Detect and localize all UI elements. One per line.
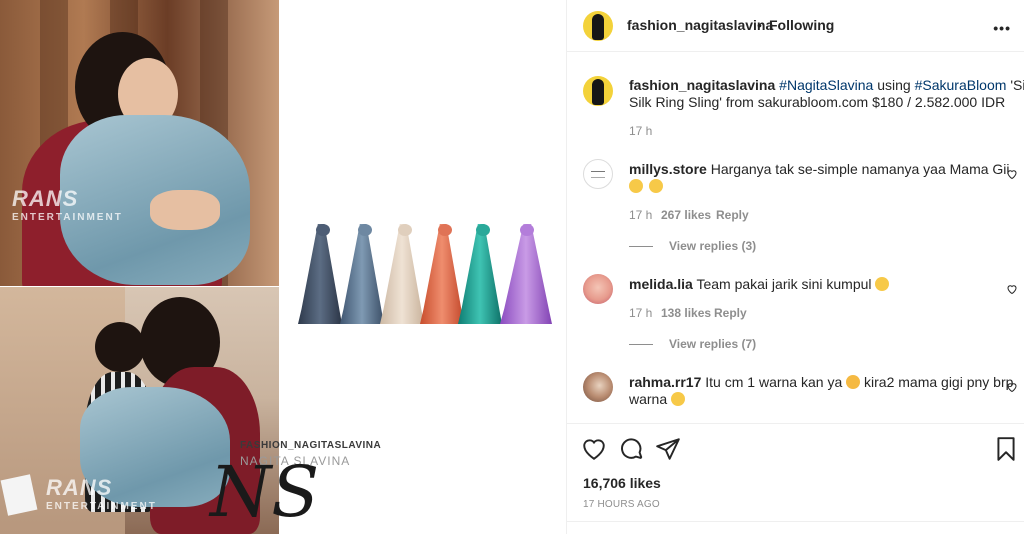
laughing-emoji-icon bbox=[629, 179, 643, 193]
comment-avatar[interactable] bbox=[583, 274, 613, 304]
header-separator: • bbox=[757, 17, 762, 33]
comment-text: millys.store Harganya tak se-simple nama… bbox=[629, 161, 1010, 178]
image-watermark-logo: RANS bbox=[12, 186, 79, 211]
likes-count[interactable]: 16,706 likes bbox=[583, 475, 661, 491]
sling-ring bbox=[438, 224, 452, 236]
comment-avatar[interactable] bbox=[583, 372, 613, 402]
image-watermark-text: ENTERTAINMENT bbox=[46, 501, 157, 512]
sling-ring bbox=[398, 224, 412, 236]
share-icon[interactable] bbox=[655, 436, 681, 462]
header-username[interactable]: fashion_nagitaslavina bbox=[627, 17, 773, 33]
comment-text: rahma.rr17 Itu cm 1 warna kan ya kira2 m… bbox=[629, 374, 1013, 391]
comment-reply-button[interactable]: Reply bbox=[714, 306, 747, 320]
comment-icon[interactable] bbox=[619, 436, 645, 462]
post-actions: 16,706 likes 17 HOURS AGO bbox=[567, 423, 1024, 534]
laughing-emoji-icon bbox=[671, 392, 686, 406]
sling-ring bbox=[520, 224, 534, 236]
comment-body: Team pakai jarik sini kumpul bbox=[696, 276, 872, 292]
sling-navy bbox=[298, 224, 342, 324]
ring-sling-color-lineup bbox=[296, 224, 554, 328]
comment-body: Harganya tak se-simple namanya yaa Mama … bbox=[710, 161, 1010, 177]
following-button[interactable]: Following bbox=[769, 17, 834, 34]
comments-list: fashion_nagitaslavina #NagitaSlavina usi… bbox=[567, 52, 1024, 423]
comment-like-icon[interactable] bbox=[1006, 283, 1018, 295]
caption-line-2: Silk Ring Sling' from sakurabloom.com $1… bbox=[629, 94, 1006, 110]
comment-like-icon[interactable] bbox=[1006, 381, 1018, 393]
caption-text: 'Simple bbox=[1010, 77, 1024, 93]
brand-watermark: FASHION_NAGITASLAVINA bbox=[240, 440, 382, 451]
sling-orange bbox=[420, 224, 464, 324]
comment-text-line-2: warna bbox=[629, 391, 686, 408]
sling-cream bbox=[380, 224, 424, 324]
bookmark-icon[interactable] bbox=[993, 436, 1019, 462]
hashtag-link[interactable]: #NagitaSlavina bbox=[779, 77, 873, 93]
sling-teal bbox=[458, 224, 502, 324]
comment-likes[interactable]: 267 likes bbox=[661, 208, 711, 222]
heart-icon[interactable] bbox=[581, 436, 607, 462]
image-watermark-text: ENTERTAINMENT bbox=[12, 212, 123, 223]
more-options-icon[interactable]: ••• bbox=[993, 20, 1011, 36]
view-replies-button[interactable]: View replies (7) bbox=[629, 337, 756, 351]
comment-avatar[interactable] bbox=[583, 159, 613, 189]
post-header: fashion_nagitaslavina • Following ••• bbox=[567, 0, 1024, 52]
worried-emoji-icon bbox=[846, 375, 861, 389]
photo-mother-holding-baby: RANS ENTERTAINMENT bbox=[0, 0, 279, 286]
comment-emoji-line bbox=[629, 178, 664, 196]
comment-body: kira2 mama gigi pny brp bbox=[864, 374, 1014, 390]
caption-timestamp[interactable]: 17 h bbox=[629, 124, 652, 138]
sling-ring bbox=[358, 224, 372, 236]
laughing-emoji-icon bbox=[875, 277, 890, 291]
hashtag-link[interactable]: #SakuraBloom bbox=[915, 77, 1007, 93]
caption-line-1: fashion_nagitaslavina #NagitaSlavina usi… bbox=[629, 77, 1024, 94]
sling-ring bbox=[476, 224, 490, 236]
sling-steel-blue bbox=[340, 224, 384, 324]
comment-reply-button[interactable]: Reply bbox=[716, 208, 749, 222]
comment-body: warna bbox=[629, 391, 668, 407]
post-timestamp[interactable]: 17 HOURS AGO bbox=[583, 499, 660, 510]
avatar[interactable] bbox=[583, 11, 613, 41]
comment-username[interactable]: melida.lia bbox=[629, 276, 693, 292]
comment-body: Itu cm 1 warna kan ya bbox=[705, 374, 843, 390]
laughing-emoji-icon bbox=[649, 179, 664, 193]
sling-ring bbox=[316, 224, 330, 236]
divider bbox=[567, 521, 1024, 522]
comment-username[interactable]: millys.store bbox=[629, 161, 707, 177]
comment-time[interactable]: 17 h bbox=[629, 208, 652, 222]
caption-avatar[interactable] bbox=[583, 76, 613, 106]
caption-username[interactable]: fashion_nagitaslavina bbox=[629, 77, 775, 93]
sling-purple bbox=[500, 224, 552, 324]
view-replies-button[interactable]: View replies (3) bbox=[629, 239, 756, 253]
comment-likes[interactable]: 138 likes bbox=[661, 306, 711, 320]
post-side-panel: fashion_nagitaslavina • Following ••• fa… bbox=[566, 0, 1024, 534]
brand-signature-logo: NS bbox=[210, 451, 320, 533]
man-hair bbox=[95, 322, 145, 372]
image-watermark-logo: RANS bbox=[46, 475, 113, 500]
caption-text: using bbox=[877, 77, 911, 93]
comment-like-icon[interactable] bbox=[1006, 168, 1018, 180]
comment-time[interactable]: 17 h bbox=[629, 306, 652, 320]
comment-username[interactable]: rahma.rr17 bbox=[629, 374, 701, 390]
person-hand bbox=[150, 190, 220, 230]
comment-text: melida.lia Team pakai jarik sini kumpul bbox=[629, 276, 890, 293]
post-image[interactable]: RANS ENTERTAINMENT RANS ENTERTAINMENT FA… bbox=[0, 0, 566, 534]
